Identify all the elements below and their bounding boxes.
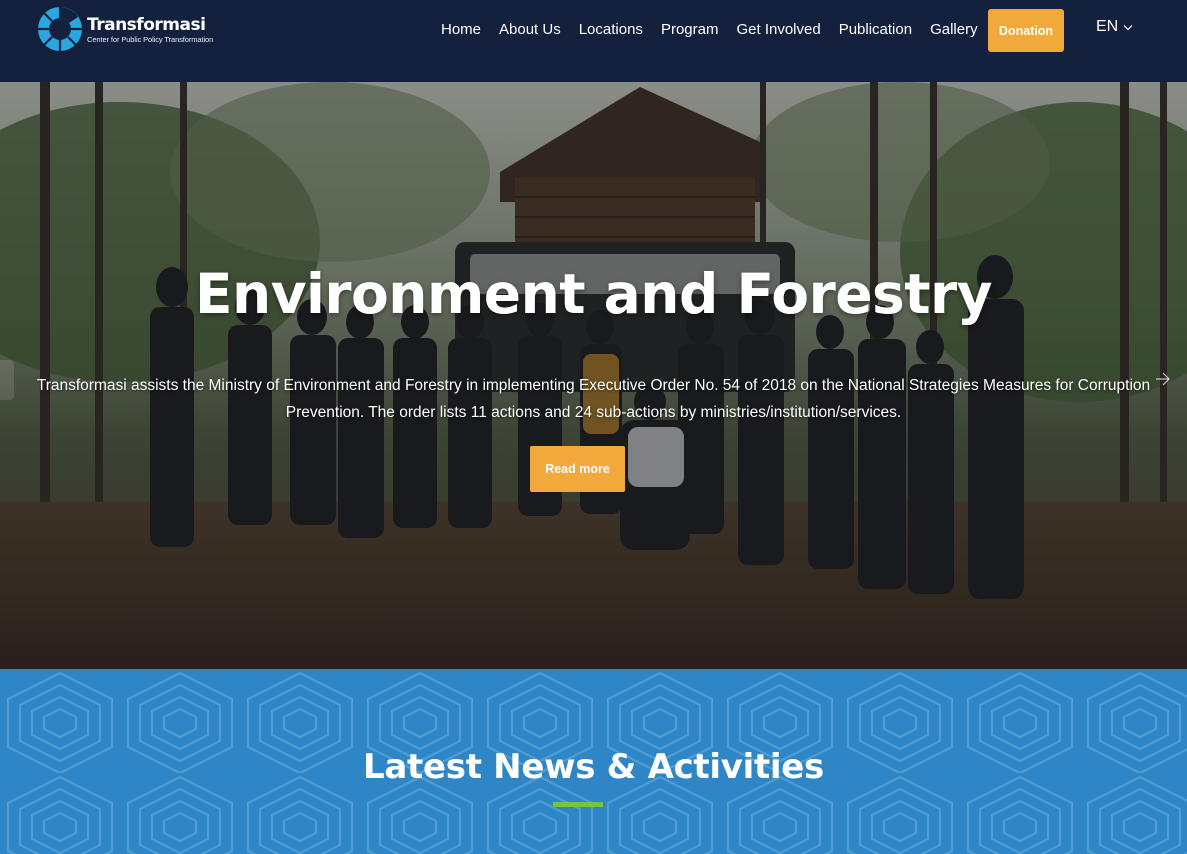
section-title: Latest News & Activities (363, 747, 824, 787)
logo[interactable]: Transformasi Center for Public Policy Tr… (36, 5, 213, 53)
nav-home[interactable]: Home (441, 18, 481, 42)
nav-program[interactable]: Program (661, 18, 719, 42)
nav-publication[interactable]: Publication (839, 18, 912, 42)
latest-news-section: Latest News & Activities (0, 669, 1187, 854)
logo-name: Transformasi (87, 14, 206, 35)
title-underline (553, 802, 603, 807)
logo-tagline: Center for Public Policy Transformation (87, 34, 214, 44)
nav-get-involved[interactable]: Get Involved (736, 18, 820, 42)
nav-gallery[interactable]: Gallery (930, 18, 978, 42)
site-header: Transformasi Center for Public Policy Tr… (0, 0, 1187, 82)
hero-slider: Environment and Forestry Transformasi as… (0, 82, 1187, 669)
slider-prev-arrow[interactable] (0, 360, 14, 400)
nav-about-us[interactable]: About Us (499, 18, 561, 42)
chevron-down-icon (1123, 24, 1133, 30)
slider-next-arrow-icon[interactable] (1155, 372, 1171, 386)
language-label: EN (1096, 18, 1119, 35)
read-more-button[interactable]: Read more (530, 446, 625, 492)
main-nav: Home About Us Locations Program Get Invo… (441, 18, 996, 42)
nav-locations[interactable]: Locations (579, 18, 643, 42)
donation-button[interactable]: Donation (988, 9, 1064, 52)
logo-text: Transformasi Center for Public Policy Tr… (87, 15, 213, 44)
hero-description: Transformasi assists the Ministry of Env… (36, 377, 1151, 421)
hero-title: Environment and Forestry (194, 262, 993, 326)
transformasi-logo-icon (38, 7, 82, 51)
language-selector[interactable]: EN (1096, 18, 1133, 36)
